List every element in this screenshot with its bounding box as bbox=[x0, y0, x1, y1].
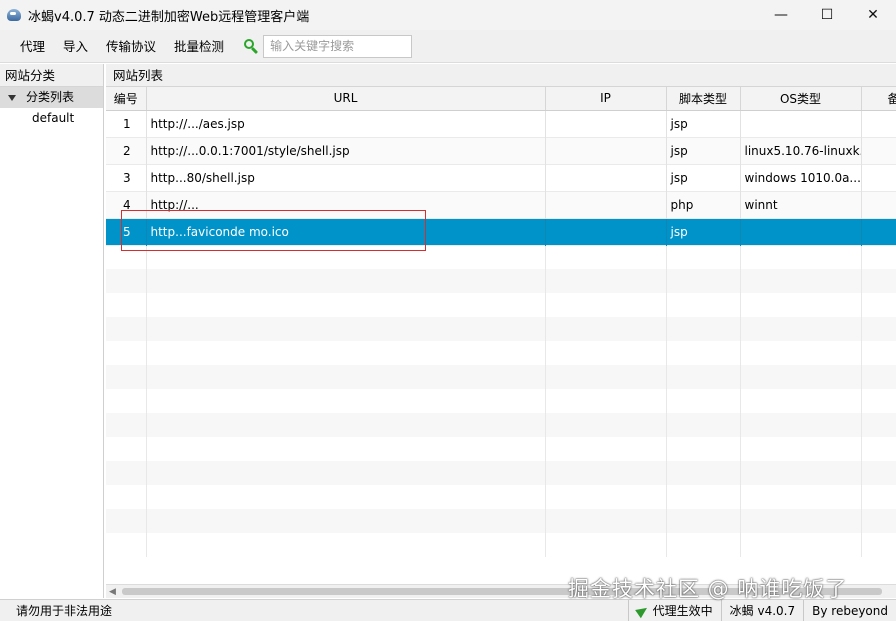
proxy-status: 代理生效中 bbox=[627, 599, 721, 621]
search-input[interactable] bbox=[263, 34, 413, 58]
author-label: By rebeyond bbox=[803, 599, 896, 621]
table-header-row: 编号 URL IP 脚本类型 OS类型 备 bbox=[106, 87, 896, 111]
empty-row bbox=[106, 533, 896, 557]
column-header-notes[interactable]: 备 bbox=[861, 87, 896, 111]
cell-script-type: jsp bbox=[666, 164, 741, 191]
minimize-button[interactable]: — bbox=[758, 0, 804, 30]
cell-number: 2 bbox=[106, 137, 147, 164]
window-controls: — ☐ ✕ bbox=[758, 0, 896, 30]
proxy-status-label: 代理生效中 bbox=[652, 603, 713, 618]
cell-os-type: linux5.10.76-linuxk... bbox=[740, 137, 862, 164]
empty-row bbox=[106, 317, 896, 341]
cell-ip bbox=[545, 191, 667, 218]
scroll-left-icon[interactable]: ◀ bbox=[109, 587, 116, 597]
menu-transport-protocol[interactable]: 传输协议 bbox=[97, 30, 165, 63]
cell-url: http...80/shell.jsp bbox=[146, 164, 546, 191]
menu-proxy[interactable]: 代理 bbox=[11, 30, 54, 63]
tree-root-label: 分类列表 bbox=[26, 90, 75, 104]
table-row[interactable]: 1 http://.../aes.jsp jsp bbox=[106, 110, 896, 137]
cell-notes bbox=[861, 137, 896, 164]
column-header-os-type[interactable]: OS类型 bbox=[740, 87, 862, 111]
close-button[interactable]: ✕ bbox=[850, 0, 896, 30]
cell-number: 5 bbox=[106, 218, 147, 245]
scrollbar-thumb[interactable] bbox=[122, 588, 882, 595]
window-title: 冰蝎v4.0.7 动态二进制加密Web远程管理客户端 bbox=[28, 9, 310, 25]
cell-ip bbox=[545, 164, 667, 191]
table-row[interactable]: 2 http://...0.0.1:7001/style/shell.jsp j… bbox=[106, 137, 896, 164]
empty-row bbox=[106, 365, 896, 389]
cell-notes bbox=[861, 164, 896, 191]
cell-ip bbox=[545, 218, 667, 245]
menu-bar: 代理 导入 传输协议 批量检测 bbox=[0, 30, 896, 63]
cell-script-type: jsp bbox=[666, 110, 741, 137]
version-label: 冰蝎 v4.0.7 bbox=[720, 599, 803, 621]
cell-os-type: winnt bbox=[740, 191, 862, 218]
cell-ip bbox=[545, 110, 667, 137]
cell-notes bbox=[861, 110, 896, 137]
table-row[interactable]: 3 http...80/shell.jsp jsp windows 1010.0… bbox=[106, 164, 896, 191]
category-pane: 网站分类 分类列表 default bbox=[0, 64, 104, 598]
site-list-pane: 网站列表 编号 URL IP 脚本类型 OS类型 备 1 http://.../… bbox=[106, 64, 896, 598]
empty-row bbox=[106, 437, 896, 461]
menu-import[interactable]: 导入 bbox=[54, 30, 97, 63]
table-row-selected[interactable]: 5 http...faviconde mo.ico jsp bbox=[106, 218, 896, 245]
tree-item-default[interactable]: default bbox=[0, 108, 103, 129]
cell-url: http...faviconde mo.ico bbox=[146, 218, 546, 245]
site-table: 编号 URL IP 脚本类型 OS类型 备 1 http://.../aes.j… bbox=[106, 87, 896, 557]
cell-number: 4 bbox=[106, 191, 147, 218]
cell-url: http://...0.0.1:7001/style/shell.jsp bbox=[146, 137, 546, 164]
menu-batch-check[interactable]: 批量检测 bbox=[165, 30, 233, 63]
cell-script-type: php bbox=[666, 191, 741, 218]
table-row[interactable]: 4 http://... php winnt bbox=[106, 191, 896, 218]
column-header-ip[interactable]: IP bbox=[545, 87, 667, 111]
empty-row bbox=[106, 341, 896, 365]
cell-notes bbox=[861, 191, 896, 218]
tree-root-category-list[interactable]: 分类列表 bbox=[0, 87, 103, 108]
empty-row bbox=[106, 245, 896, 269]
status-warning-text: 请勿用于非法用途 bbox=[16, 604, 113, 618]
horizontal-scrollbar[interactable]: ◀ bbox=[106, 584, 896, 598]
cell-os-type: windows 1010.0a... bbox=[740, 164, 862, 191]
category-pane-header: 网站分类 bbox=[0, 64, 103, 87]
search-icon[interactable] bbox=[243, 38, 259, 55]
cell-notes bbox=[861, 218, 896, 245]
cell-os-type bbox=[740, 218, 862, 245]
cell-number: 1 bbox=[106, 110, 147, 137]
empty-row bbox=[106, 269, 896, 293]
status-bar: 请勿用于非法用途 代理生效中 冰蝎 v4.0.7 By rebeyond bbox=[0, 599, 896, 621]
column-header-script-type[interactable]: 脚本类型 bbox=[666, 87, 741, 111]
cell-script-type: jsp bbox=[666, 218, 741, 245]
cell-os-type bbox=[740, 110, 862, 137]
empty-row bbox=[106, 485, 896, 509]
empty-row bbox=[106, 293, 896, 317]
site-list-header: 网站列表 bbox=[106, 64, 896, 87]
maximize-button[interactable]: ☐ bbox=[804, 0, 850, 30]
empty-row bbox=[106, 389, 896, 413]
column-header-number[interactable]: 编号 bbox=[106, 87, 147, 111]
scorpion-app-icon bbox=[6, 7, 22, 23]
paper-plane-icon bbox=[634, 603, 650, 618]
cell-number: 3 bbox=[106, 164, 147, 191]
column-header-url[interactable]: URL bbox=[146, 87, 546, 111]
cell-script-type: jsp bbox=[666, 137, 741, 164]
title-bar: 冰蝎v4.0.7 动态二进制加密Web远程管理客户端 — ☐ ✕ bbox=[0, 0, 896, 30]
cell-url: http://.../aes.jsp bbox=[146, 110, 546, 137]
cell-ip bbox=[545, 137, 667, 164]
expand-arrow-icon[interactable] bbox=[8, 94, 16, 101]
empty-row bbox=[106, 413, 896, 437]
cell-url: http://... bbox=[146, 191, 546, 218]
empty-row bbox=[106, 461, 896, 485]
empty-row bbox=[106, 509, 896, 533]
